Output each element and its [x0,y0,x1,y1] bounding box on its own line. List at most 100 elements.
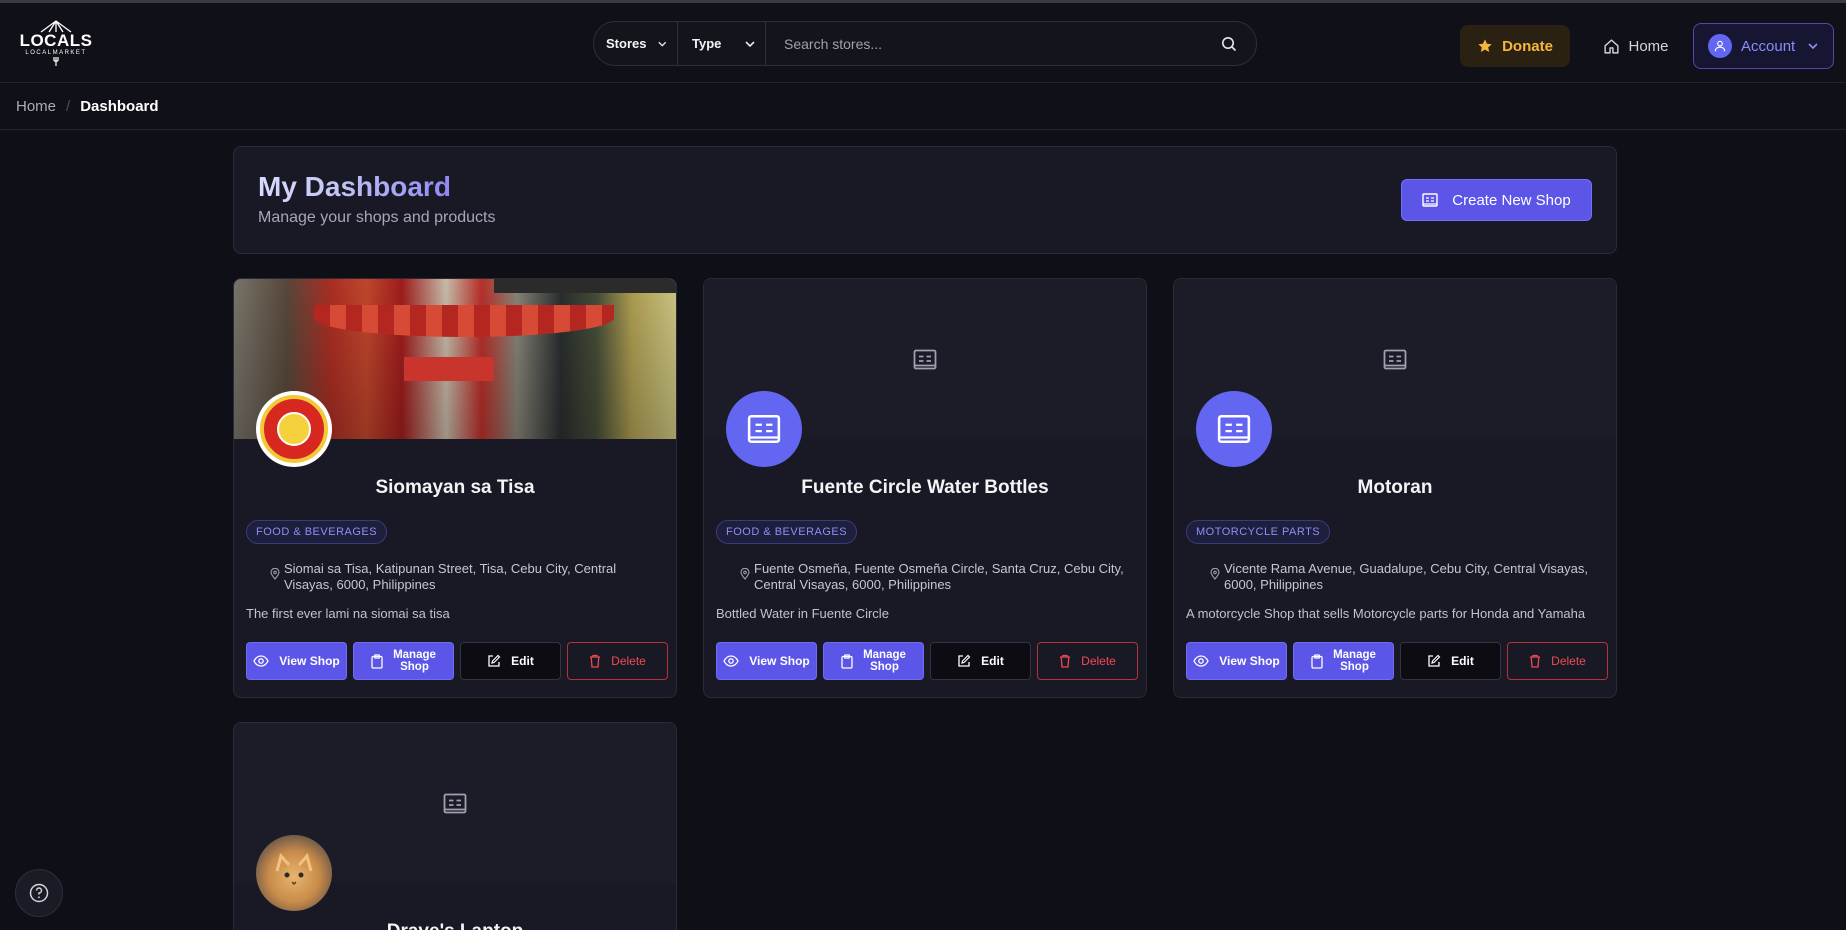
manage-shop-label-line1: Manage [393,649,436,661]
eye-icon [1193,655,1209,667]
shop-card: Motoran MOTORCYCLE PARTS Vicente Rama Av… [1173,278,1617,698]
shop-card: Siomayan sa Tisa FOOD & BEVERAGES Siomai… [233,278,677,698]
create-new-shop-button[interactable]: Create New Shop [1401,179,1592,221]
shop-description: The first ever lami na siomai sa tisa [246,606,450,621]
home-label: Home [1628,37,1669,55]
donate-label: Donate [1502,37,1553,55]
shop-address-text: Siomai sa Tisa, Katipunan Street, Tisa, … [284,561,617,592]
shop-name: Motoran [1357,477,1433,498]
view-shop-label: View Shop [749,654,810,668]
edit-icon [1428,654,1441,667]
search-bar: Stores Type [593,21,1257,66]
map-pin-icon [740,568,750,580]
shop-address-text: Vicente Rama Avenue, Guadalupe, Cebu Cit… [1224,561,1588,592]
shop-actions: View Shop Manage Shop Edit Delete [1186,642,1608,680]
donate-button[interactable]: Donate [1460,25,1570,67]
eye-icon [723,655,739,667]
breadcrumb-separator: / [66,97,71,115]
stores-filter-dropdown[interactable]: Stores [594,22,678,65]
store-icon [747,414,781,444]
shop-logo-avatar [726,391,802,467]
edit-icon [488,654,501,667]
manage-shop-button[interactable]: Manage Shop [823,642,924,680]
view-shop-button[interactable]: View Shop [1186,642,1287,680]
chevron-down-icon [658,41,667,47]
account-label: Account [1741,37,1796,55]
logo-text: LOCALS [19,31,93,50]
view-shop-button[interactable]: View Shop [716,642,817,680]
help-circle-icon [29,883,49,903]
breadcrumb-current: Dashboard [80,97,159,115]
manage-shop-label-line1: Manage [1333,649,1376,661]
shop-address: Fuente Osmeña, Fuente Osmeña Circle, San… [740,561,1132,593]
edit-label: Edit [511,654,534,668]
edit-shop-button[interactable]: Edit [930,642,1031,680]
edit-shop-button[interactable]: Edit [1400,642,1501,680]
shop-name: Drave's Laptop [234,921,676,930]
store-icon [1217,414,1251,444]
edit-label: Edit [1451,654,1474,668]
edit-shop-button[interactable]: Edit [460,642,561,680]
shop-logo-avatar [256,391,332,467]
shop-name: Siomayan sa Tisa [375,477,535,498]
edit-label: Edit [981,654,1004,668]
shop-logo-avatar [1196,391,1272,467]
trash-icon [1530,654,1541,668]
category-badge: FOOD & BEVERAGES [246,520,388,544]
delete-shop-button[interactable]: Delete [567,642,668,680]
shop-address: Vicente Rama Avenue, Guadalupe, Cebu Cit… [1210,561,1602,593]
search-icon [1222,36,1237,51]
view-shop-label: View Shop [279,654,340,668]
manage-shop-button[interactable]: Manage Shop [1293,642,1394,680]
manage-shop-button[interactable]: Manage Shop [353,642,454,680]
shop-card: Drave's Laptop [233,722,677,930]
manage-shop-label-line2: Shop [870,661,899,673]
shop-actions: View Shop Manage Shop Edit Delete [716,642,1138,680]
page-subtitle: Manage your shops and products [258,209,496,226]
category-badge: FOOD & BEVERAGES [716,520,858,544]
star-icon [1478,39,1492,52]
type-filter-dropdown[interactable]: Type [678,22,766,65]
clipboard-icon [371,653,383,669]
account-menu-button[interactable]: Account [1693,23,1834,69]
delete-label: Delete [611,654,646,668]
dashboard-header-panel: My Dashboard Manage your shops and produ… [233,146,1617,254]
shop-logo-avatar [256,835,332,911]
home-icon [1604,38,1620,54]
store-icon [913,349,937,369]
search-input[interactable] [766,22,1202,65]
search-button[interactable] [1202,22,1256,65]
clipboard-icon [841,653,853,669]
shop-description: A motorcycle Shop that sells Motorcycle … [1186,606,1586,621]
shop-address: Siomai sa Tisa, Katipunan Street, Tisa, … [270,561,662,593]
trash-icon [590,654,601,668]
logo-subtext: LOCALMARKET [25,50,87,56]
delete-shop-button[interactable]: Delete [1037,642,1138,680]
type-filter-label: Type [692,36,722,51]
clipboard-icon [1311,653,1323,669]
delete-label: Delete [1551,654,1586,668]
store-icon [443,793,467,813]
shop-card: Fuente Circle Water Bottles FOOD & BEVER… [703,278,1147,698]
create-shop-label: Create New Shop [1452,191,1571,209]
home-nav-button[interactable]: Home [1596,25,1676,67]
delete-shop-button[interactable]: Delete [1507,642,1608,680]
locals-logo[interactable]: LOCALS LOCALMARKET [20,12,92,74]
store-icon [1383,349,1407,369]
breadcrumb-home-link[interactable]: Home [16,98,56,115]
eye-icon [253,655,269,667]
map-pin-icon [1210,568,1220,580]
cat-image-icon [275,853,313,886]
category-badge: MOTORCYCLE PARTS [1186,520,1331,544]
help-button[interactable] [15,869,63,917]
view-shop-label: View Shop [1219,654,1280,668]
shop-name: Fuente Circle Water Bottles [801,477,1049,498]
shop-description: Bottled Water in Fuente Circle [716,606,889,621]
trash-icon [1060,654,1071,668]
top-navbar: LOCALS LOCALMARKET Stores Type Donate Ho… [0,3,1846,83]
manage-shop-label-line2: Shop [400,661,429,673]
shop-actions: View Shop Manage Shop Edit Delete [246,642,668,680]
manage-shop-label-line1: Manage [863,649,906,661]
edit-icon [958,654,971,667]
view-shop-button[interactable]: View Shop [246,642,347,680]
